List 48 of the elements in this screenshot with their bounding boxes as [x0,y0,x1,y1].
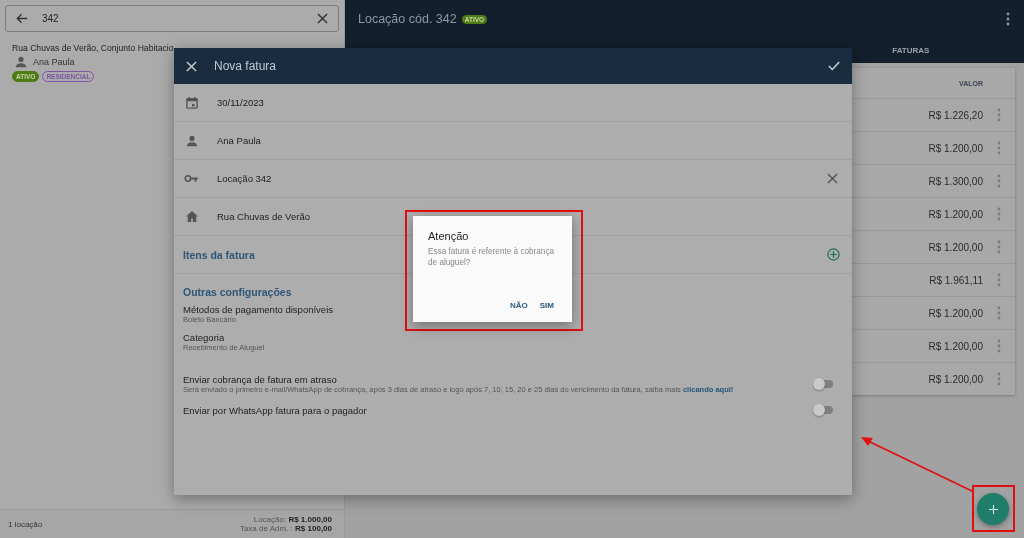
add-circle-icon[interactable] [827,248,840,261]
clear-icon[interactable] [827,173,838,184]
table-cell: R$ 1.200,00 [928,373,983,385]
section-title: Outras configurações [183,286,293,298]
dialog-message: Essa fatura é referente à cobrança de aluguel? [428,247,556,269]
result-count: 1 locação [8,519,43,529]
close-icon[interactable] [186,60,197,72]
field-value[interactable]: Rua Chuvas de Verão [217,211,310,222]
table-cell: R$ 1.200,00 [928,307,983,319]
tab[interactable]: FATURAS [892,46,930,55]
back-icon[interactable] [16,13,28,24]
toggle-switch[interactable] [813,378,835,390]
search-bar[interactable]: 342 [5,5,339,32]
clear-icon[interactable] [317,13,328,24]
highlight-frame [972,485,1015,532]
person-icon [185,134,198,147]
search-field[interactable]: 342 [42,13,303,24]
table-cell: R$ 1.226,20 [928,109,983,121]
tenant-name: Ana Paula [33,57,75,67]
table-cell: R$ 1.200,00 [928,208,983,220]
modal-title: Nova fatura [214,59,277,73]
dialog-title: Atenção [428,230,470,242]
setting-label: Categoria [183,332,225,343]
plus-icon [988,504,998,514]
toggle-switch[interactable] [813,404,835,416]
section-title: Itens da fatura [183,248,255,261]
dialog-button[interactable]: NÃO [507,299,531,312]
summary-line: Locação: R$ 1.000,00 [253,515,332,524]
table-cell: R$ 1.200,00 [928,340,983,352]
more-icon[interactable] [1006,12,1010,26]
table-cell: R$ 1.200,00 [928,142,983,154]
table-cell: R$ 1.961,11 [929,274,983,286]
dialog-button[interactable]: SIM [536,299,557,312]
house-icon [185,211,198,222]
table-cell: R$ 1.200,00 [928,241,983,253]
setting-label: Métodos de pagamento disponíveis [183,304,333,315]
field-value[interactable]: Ana Paula [217,135,261,146]
summary-line: Taxa de Adm. : R$ 100,00 [239,524,332,533]
toggle-label: Enviar por WhatsApp fatura para o pagador [183,404,367,416]
toggle-label: Enviar cobrança de fatura em atraso [183,374,337,385]
person-icon [15,56,27,68]
page-title: Locação cód. 342 [358,12,457,26]
field-value[interactable]: 30/11/2023 [217,97,264,108]
check-icon[interactable] [828,61,840,71]
table-cell: R$ 1.300,00 [928,175,983,187]
calendar-icon [185,96,198,109]
key-icon [184,174,199,183]
field-value[interactable]: Locação 342 [217,173,272,184]
